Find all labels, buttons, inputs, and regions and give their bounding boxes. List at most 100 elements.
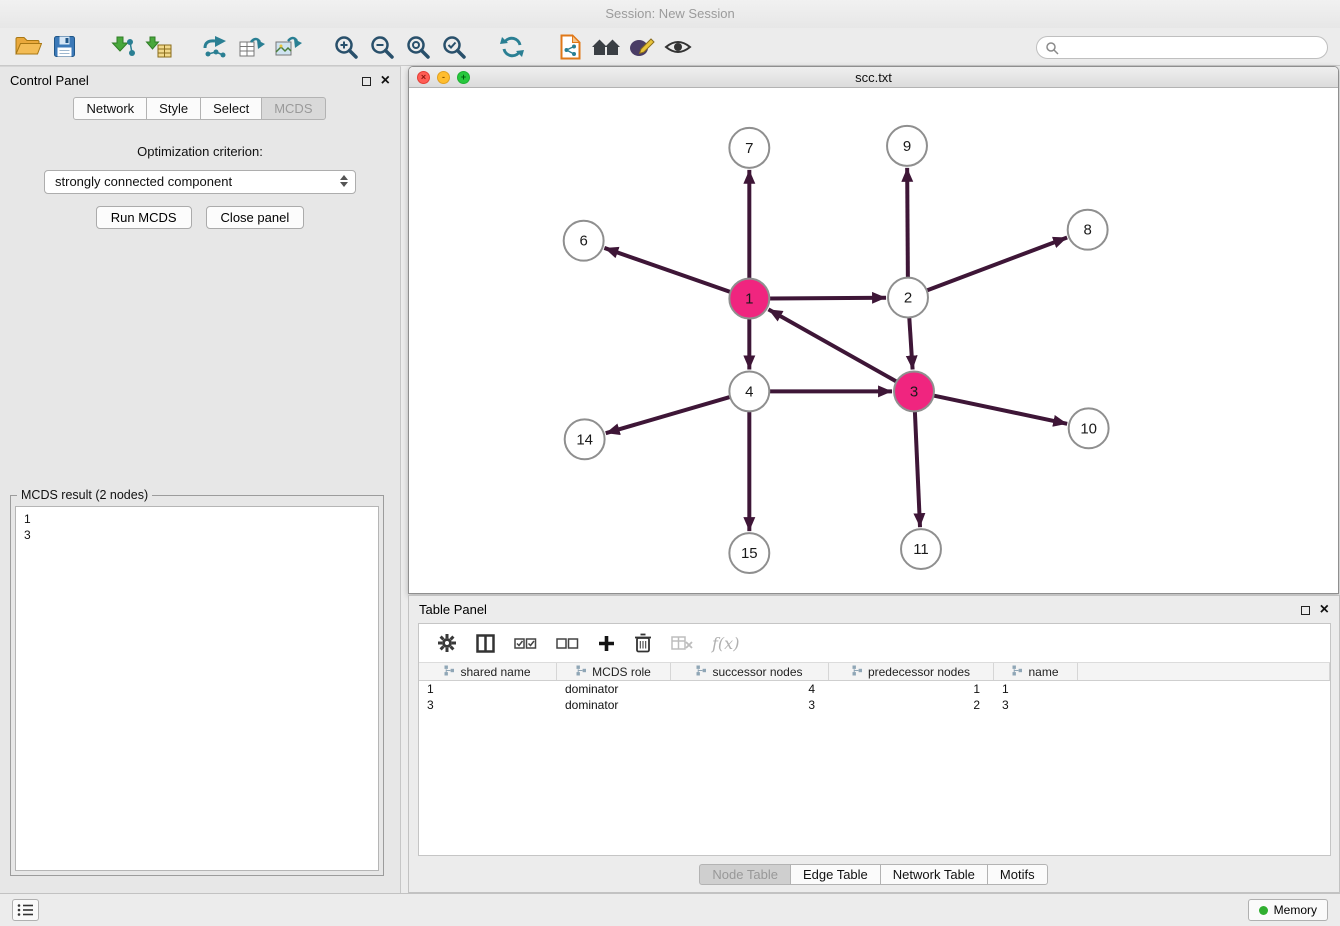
edge-1-2[interactable] xyxy=(769,298,886,299)
cell-successor-nodes[interactable]: 3 xyxy=(671,697,829,713)
cell-predecessor-nodes[interactable]: 1 xyxy=(829,681,994,697)
edge-1-6[interactable] xyxy=(604,248,730,292)
node-10[interactable]: 10 xyxy=(1069,408,1109,448)
open-session-button[interactable] xyxy=(10,31,46,63)
function-builder-button[interactable]: f(x) xyxy=(712,634,739,653)
zoom-fit-icon xyxy=(405,34,431,60)
close-panel-button[interactable]: Close panel xyxy=(206,206,305,229)
node-1[interactable]: 1 xyxy=(729,279,769,319)
control-panel-title: Control Panel xyxy=(10,73,89,88)
node-8[interactable]: 8 xyxy=(1068,210,1108,250)
column-header-name[interactable]: name xyxy=(994,663,1078,680)
unselect-all-columns-button[interactable] xyxy=(556,636,579,651)
column-header-predecessor-nodes[interactable]: predecessor nodes xyxy=(829,663,994,680)
run-mcds-button[interactable]: Run MCDS xyxy=(96,206,192,229)
zoom-fit-button[interactable] xyxy=(400,31,436,63)
node-14[interactable]: 14 xyxy=(565,419,605,459)
minimize-window-icon[interactable]: - xyxy=(437,71,450,84)
tab-mcds[interactable]: MCDS xyxy=(261,97,325,120)
network-window-titlebar: × - + scc.txt xyxy=(409,67,1338,88)
export-document-button[interactable] xyxy=(552,31,588,63)
checked-boxes-icon xyxy=(514,636,537,651)
select-all-columns-button[interactable] xyxy=(514,636,537,651)
cell-predecessor-nodes[interactable]: 2 xyxy=(829,697,994,713)
edge-2-3[interactable] xyxy=(909,318,912,370)
edge-3-11[interactable] xyxy=(915,411,920,527)
status-bar: Memory xyxy=(0,893,1340,926)
cell-successor-nodes[interactable]: 4 xyxy=(671,681,829,697)
memory-status-icon xyxy=(1259,906,1268,915)
apply-layout-button[interactable] xyxy=(494,31,530,63)
import-table-button[interactable] xyxy=(140,31,176,63)
delete-table-button[interactable] xyxy=(671,635,693,651)
edge-2-9[interactable] xyxy=(907,168,908,278)
import-network-button[interactable] xyxy=(104,31,140,63)
save-session-button[interactable] xyxy=(46,31,82,63)
node-9[interactable]: 9 xyxy=(887,126,927,166)
column-header-mcds-role[interactable]: MCDS role xyxy=(557,663,671,680)
zoom-selected-button[interactable] xyxy=(436,31,472,63)
add-column-button[interactable] xyxy=(598,635,615,652)
tab-edge-table[interactable]: Edge Table xyxy=(790,864,881,885)
close-window-icon[interactable]: × xyxy=(417,71,430,84)
search-box[interactable] xyxy=(1036,36,1328,59)
search-input[interactable] xyxy=(1064,41,1319,55)
table-settings-button[interactable] xyxy=(437,633,457,653)
maximize-window-icon[interactable]: + xyxy=(457,71,470,84)
close-table-panel-icon[interactable]: × xyxy=(1320,602,1329,618)
show-hide-graphics-button[interactable] xyxy=(660,31,696,63)
table-row[interactable]: 1dominator411 xyxy=(419,681,1330,697)
export-network-button[interactable] xyxy=(198,31,234,63)
node-2[interactable]: 2 xyxy=(888,278,928,318)
cell-name[interactable]: 1 xyxy=(994,681,1078,697)
tab-network[interactable]: Network xyxy=(73,97,147,120)
node-3[interactable]: 3 xyxy=(894,371,934,411)
export-image-button[interactable] xyxy=(270,31,306,63)
network-canvas[interactable]: 7 9 6 8 1 2 4 3 14 10 15 11 xyxy=(409,89,1338,593)
table-body: 1dominator4113dominator323 xyxy=(419,681,1330,713)
tab-style[interactable]: Style xyxy=(146,97,201,120)
column-header-shared-name[interactable]: shared name xyxy=(419,663,557,680)
node-11[interactable]: 11 xyxy=(901,529,941,569)
zoom-out-button[interactable] xyxy=(364,31,400,63)
cell-name[interactable]: 3 xyxy=(994,697,1078,713)
tab-network-table[interactable]: Network Table xyxy=(880,864,988,885)
node-6[interactable]: 6 xyxy=(564,221,604,261)
svg-text:11: 11 xyxy=(913,541,929,558)
export-network-icon xyxy=(202,35,230,59)
cell-shared-name[interactable]: 1 xyxy=(419,681,557,697)
memory-button[interactable]: Memory xyxy=(1248,899,1328,921)
column-header-successor-nodes[interactable]: successor nodes xyxy=(671,663,829,680)
tab-select[interactable]: Select xyxy=(200,97,262,120)
column-label: MCDS role xyxy=(592,665,651,679)
task-history-button[interactable] xyxy=(12,899,39,921)
table-panel: Table Panel × xyxy=(408,595,1340,893)
window-title: Session: New Session xyxy=(605,6,734,21)
cell-mcds-role[interactable]: dominator xyxy=(557,697,671,713)
float-panel-icon[interactable] xyxy=(362,77,371,86)
close-panel-icon[interactable]: × xyxy=(381,73,390,89)
tab-node-table[interactable]: Node Table xyxy=(699,864,791,885)
style-paint-button[interactable] xyxy=(624,31,660,63)
svg-text:8: 8 xyxy=(1083,222,1091,239)
zoom-in-button[interactable] xyxy=(328,31,364,63)
optimization-criterion-select[interactable]: strongly connected component xyxy=(44,170,356,194)
node-4[interactable]: 4 xyxy=(729,371,769,411)
edge-4-14[interactable] xyxy=(606,397,730,433)
show-columns-button[interactable] xyxy=(476,634,495,653)
mcds-result-list[interactable]: 1 3 xyxy=(15,506,379,871)
export-table-button[interactable] xyxy=(234,31,270,63)
tab-motifs[interactable]: Motifs xyxy=(987,864,1048,885)
edge-3-10[interactable] xyxy=(934,396,1068,424)
delete-column-button[interactable] xyxy=(634,633,652,653)
node-15[interactable]: 15 xyxy=(729,533,769,573)
table-row[interactable]: 3dominator323 xyxy=(419,697,1330,713)
float-table-panel-icon[interactable] xyxy=(1301,606,1310,615)
open-home-button[interactable] xyxy=(588,31,624,63)
cell-mcds-role[interactable]: dominator xyxy=(557,681,671,697)
edge-3-1[interactable] xyxy=(768,309,896,381)
node-7[interactable]: 7 xyxy=(729,128,769,168)
edge-2-8[interactable] xyxy=(927,237,1067,290)
cell-shared-name[interactable]: 3 xyxy=(419,697,557,713)
style-brush-icon xyxy=(629,35,656,59)
